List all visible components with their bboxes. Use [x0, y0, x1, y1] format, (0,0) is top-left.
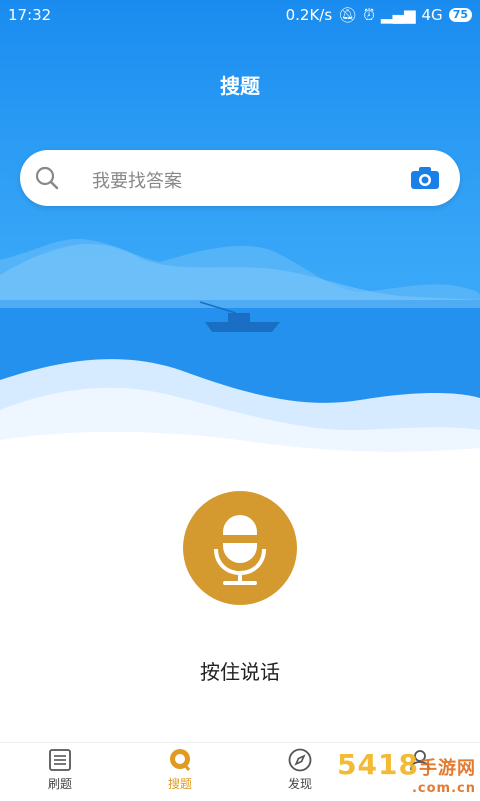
watermark-logo: 5418手游网 .com.cn	[337, 748, 476, 796]
list-icon	[49, 749, 71, 771]
tab-discover[interactable]: 发现	[260, 747, 340, 792]
tab-practice[interactable]: 刷题	[20, 747, 100, 792]
status-time: 17:32	[8, 6, 52, 24]
network-type: 4G	[421, 6, 443, 24]
compass-icon	[288, 748, 312, 772]
battery-icon: 75	[448, 8, 472, 22]
search-placeholder: 我要找答案	[92, 171, 182, 192]
camera-icon[interactable]	[410, 166, 440, 194]
voice-record-button[interactable]	[183, 491, 297, 605]
tab-label: 发现	[287, 777, 312, 791]
tab-label: 刷题	[47, 777, 72, 791]
tab-search[interactable]: 搜题	[140, 747, 220, 792]
network-speed: 0.2K/s	[285, 6, 333, 24]
hold-to-talk-label: 按住说话	[200, 660, 280, 684]
signal-icon: ▂▄▆	[380, 6, 416, 24]
search-tab-icon	[170, 749, 191, 771]
page-title: 搜题	[220, 74, 260, 98]
mute-icon: 🔕︎	[338, 6, 358, 24]
alarm-icon: ⏰︎	[363, 6, 375, 24]
tab-label: 搜题	[167, 777, 192, 791]
search-icon	[34, 165, 60, 195]
status-bar: 17:32 0.2K/s 🔕︎ ⏰︎ ▂▄▆ 4G 75	[0, 0, 480, 32]
microphone-icon	[214, 515, 266, 585]
status-icons: 0.2K/s 🔕︎ ⏰︎ ▂▄▆ 4G 75	[286, 6, 472, 24]
search-bar[interactable]: 我要找答案	[20, 150, 460, 206]
